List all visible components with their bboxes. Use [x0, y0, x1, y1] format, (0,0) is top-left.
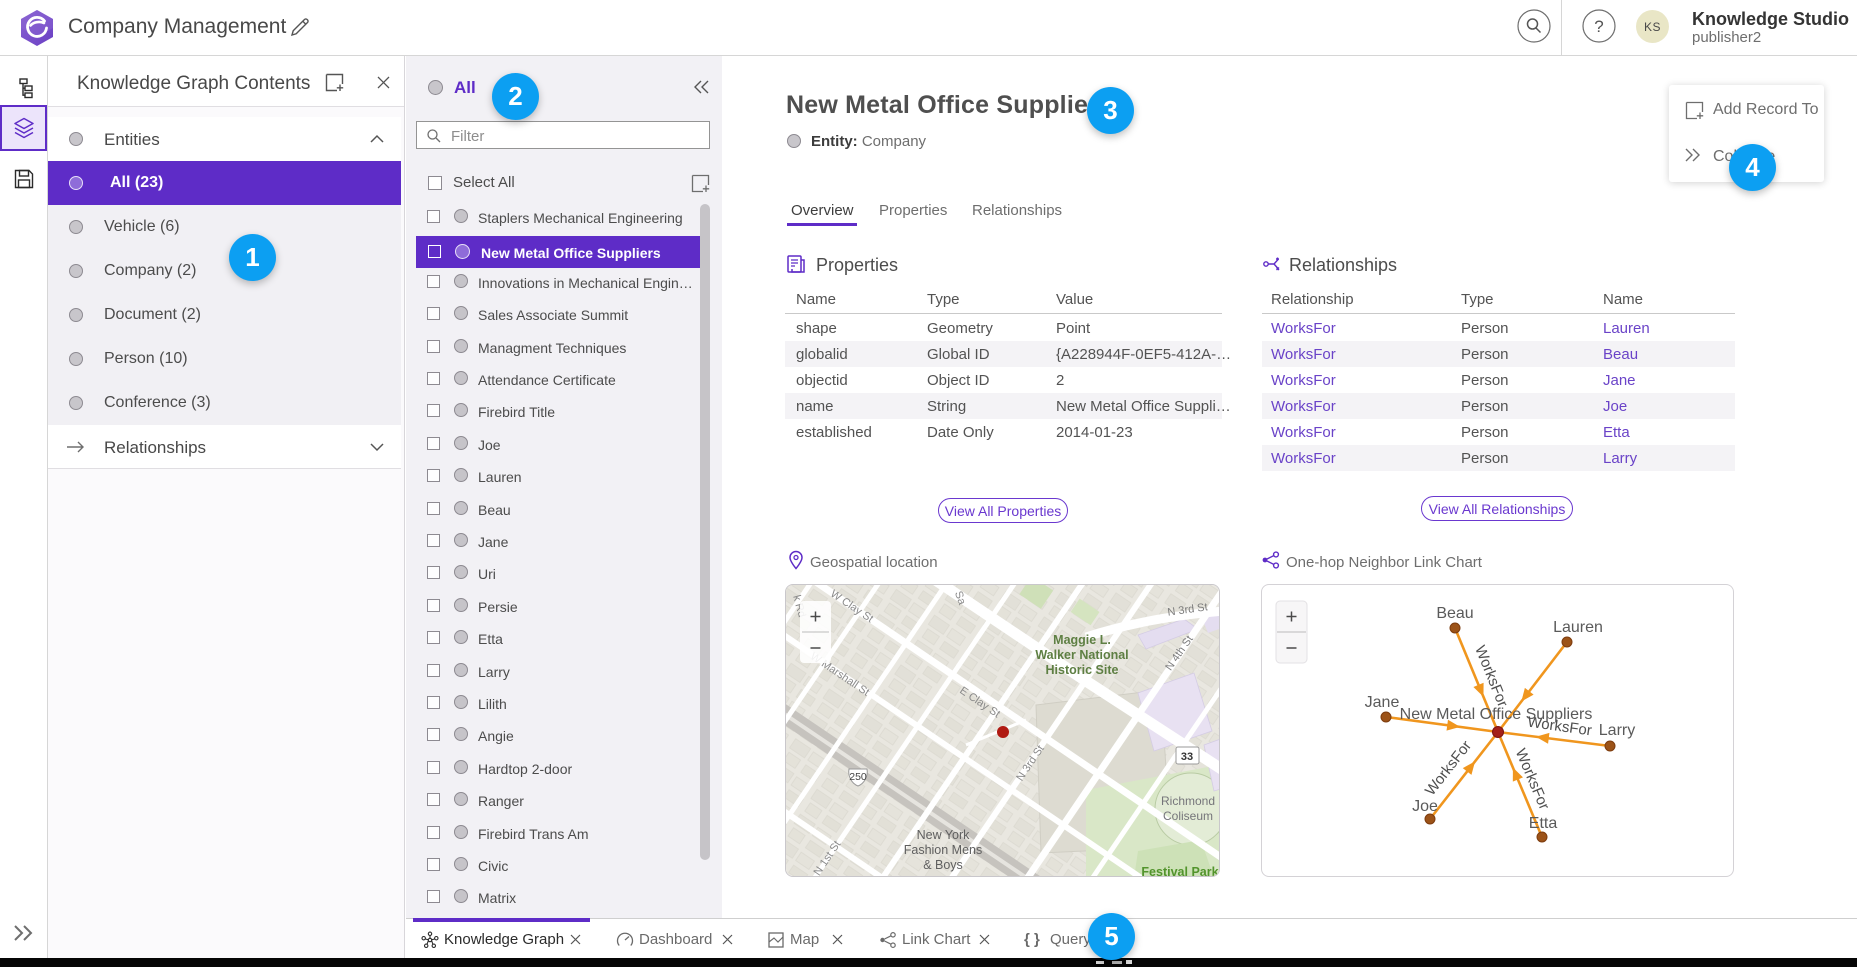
- svg-text:Lauren: Lauren: [1553, 619, 1603, 636]
- svg-text:WorksFor: WorksFor: [1471, 643, 1511, 709]
- svg-text:Historic Site: Historic Site: [1046, 663, 1119, 677]
- svg-text:Richmond: Richmond: [1161, 794, 1215, 808]
- svg-text:Larry: Larry: [1599, 722, 1635, 739]
- svg-text:Festival Park: Festival Park: [1141, 865, 1218, 877]
- svg-text:Maggie L.: Maggie L.: [1053, 633, 1111, 647]
- svg-text:Beau: Beau: [1436, 605, 1473, 622]
- svg-text:33: 33: [1181, 751, 1193, 763]
- svg-text:250: 250: [849, 771, 867, 783]
- svg-text:New York: New York: [917, 828, 971, 842]
- svg-text:Jane: Jane: [1365, 694, 1400, 711]
- svg-text:Joe: Joe: [1412, 798, 1438, 815]
- svg-text:Walker National: Walker National: [1035, 648, 1128, 662]
- svg-text:Fashion Mens: Fashion Mens: [904, 843, 983, 857]
- svg-text:Coliseum: Coliseum: [1163, 809, 1213, 823]
- svg-text:Etta: Etta: [1529, 815, 1558, 832]
- svg-text:& Boys: & Boys: [923, 858, 963, 872]
- svg-text:?: ?: [1594, 17, 1603, 36]
